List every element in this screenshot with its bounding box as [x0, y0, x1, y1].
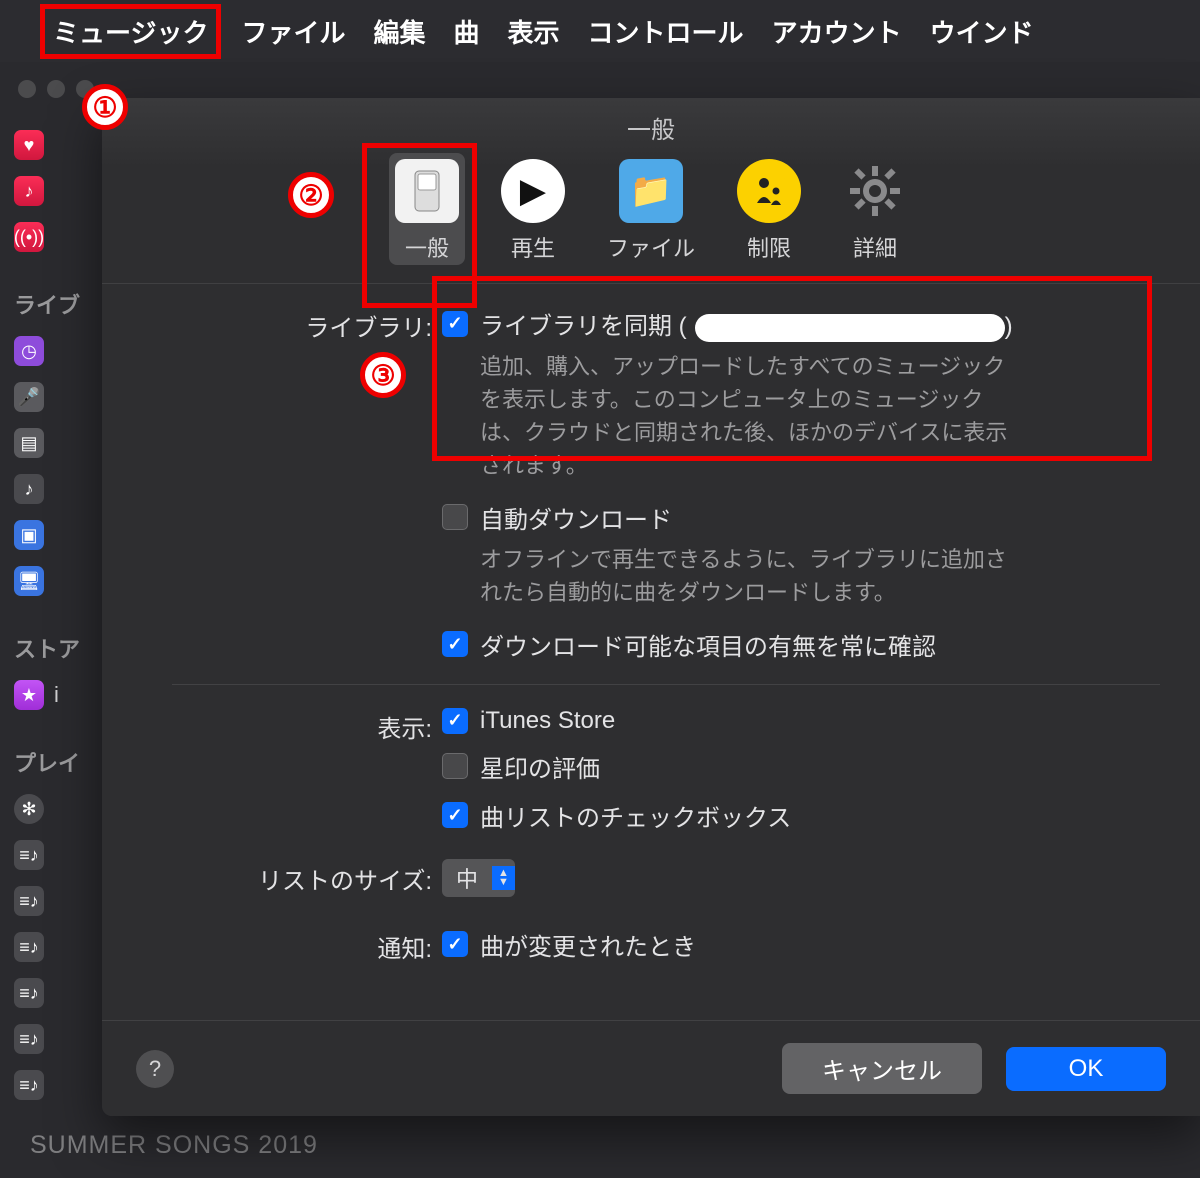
divider: [172, 684, 1160, 685]
star-icon: ★: [14, 680, 44, 710]
annotation-3: ③: [360, 352, 406, 398]
music-video-icon: ▣: [14, 520, 44, 550]
tab-label: 制限: [747, 231, 791, 263]
auto-download-checkbox[interactable]: [442, 504, 468, 530]
tab-general[interactable]: 一般: [389, 153, 465, 265]
star-rating-text: 星印の評価: [480, 749, 600, 784]
tab-files[interactable]: 📁 ファイル: [601, 153, 701, 265]
always-check-text: ダウンロード可能な項目の有無を常に確認: [480, 627, 936, 662]
tab-label: 詳細: [853, 231, 897, 263]
stepper-arrows-icon: ▲▼: [492, 866, 515, 890]
menu-controls[interactable]: コントロール: [588, 13, 744, 50]
list-checkboxes-text: 曲リストのチェックボックス: [480, 798, 791, 833]
preferences-panel: 一般 一般 ▶ 再生 📁 ファイル 制限 詳細: [102, 98, 1200, 1116]
playlist-icon: ≡♪: [14, 886, 44, 916]
window-controls: [18, 80, 94, 98]
menu-file[interactable]: ファイル: [241, 13, 345, 50]
annotation-1: ①: [82, 84, 128, 130]
menu-music[interactable]: ミュージック: [40, 4, 221, 59]
menu-window[interactable]: ウインド: [930, 13, 1034, 50]
notify-song-change-checkbox[interactable]: ✓: [442, 931, 468, 957]
apple-id-redacted: [695, 314, 1005, 342]
cancel-button[interactable]: キャンセル: [782, 1043, 982, 1094]
ok-button[interactable]: OK: [1006, 1047, 1166, 1091]
list-size-select[interactable]: 中 ▲▼: [442, 859, 515, 897]
playlist-icon: ≡♪: [14, 1070, 44, 1100]
menu-edit[interactable]: 編集: [374, 13, 426, 50]
sync-library-desc: 追加、購入、アップロードしたすべてのミュージックを表示します。このコンピュータ上…: [480, 350, 1010, 482]
star-rating-checkbox[interactable]: [442, 753, 468, 779]
minimize-window-button[interactable]: [47, 80, 65, 98]
list-size-label: リストのサイズ:: [132, 859, 442, 896]
tab-playback[interactable]: ▶ 再生: [495, 153, 571, 265]
auto-download-text: 自動ダウンロード: [480, 500, 672, 535]
list-size-value: 中: [442, 859, 492, 897]
music-note-icon: ♪: [14, 176, 44, 206]
notify-song-change-text: 曲が変更されたとき: [480, 927, 696, 962]
clock-icon: ◷: [14, 336, 44, 366]
tab-label: 再生: [511, 231, 555, 263]
playlist-icon: ≡♪: [14, 840, 44, 870]
gear-icon: [843, 159, 907, 223]
playlist-icon: ≡♪: [14, 978, 44, 1008]
radio-icon: ((•)): [14, 222, 44, 252]
playlist-icon: ≡♪: [14, 932, 44, 962]
itunes-store-checkbox[interactable]: ✓: [442, 708, 468, 734]
panel-footer: ? キャンセル OK: [102, 1020, 1200, 1116]
microphone-icon: 🎤: [14, 382, 44, 412]
annotation-2: ②: [288, 172, 334, 218]
show-label: 表示:: [132, 707, 442, 744]
tab-advanced[interactable]: 詳細: [837, 153, 913, 265]
menu-view[interactable]: 表示: [508, 13, 560, 50]
library-label: ライブラリ:: [132, 306, 442, 343]
help-button[interactable]: ?: [136, 1050, 174, 1088]
sync-library-checkbox[interactable]: ✓: [442, 311, 468, 337]
auto-download-desc: オフラインで再生できるように、ライブラリに追加されたら自動的に曲をダウンロードし…: [480, 543, 1010, 609]
tv-icon: 🖥: [14, 566, 44, 596]
tab-label: ファイル: [607, 231, 695, 263]
menu-song[interactable]: 曲: [454, 13, 480, 50]
list-checkboxes-checkbox[interactable]: ✓: [442, 802, 468, 828]
panel-title: 一般: [102, 98, 1200, 145]
notify-label: 通知:: [132, 927, 442, 964]
menu-account[interactable]: アカウント: [772, 13, 902, 50]
always-check-checkbox[interactable]: ✓: [442, 631, 468, 657]
system-menubar: ミュージック ファイル 編集 曲 表示 コントロール アカウント ウインド: [0, 0, 1200, 62]
sync-library-text: ライブラリを同期 (): [480, 306, 1013, 342]
albums-icon: ▤: [14, 428, 44, 458]
parental-icon: [737, 159, 801, 223]
note-icon: ♪: [14, 474, 44, 504]
tab-label: 一般: [405, 231, 449, 263]
heart-icon: ♥: [14, 130, 44, 160]
playlist-icon: ≡♪: [14, 1024, 44, 1054]
bottom-playlist-name: SUMMER SONGS 2019: [30, 1131, 318, 1160]
tab-restrictions[interactable]: 制限: [731, 153, 807, 265]
folder-icon: 📁: [619, 159, 683, 223]
panel-body: ライブラリ: ✓ ライブラリを同期 () 追加、購入、アップロードしたすべてのミ…: [102, 284, 1200, 966]
close-window-button[interactable]: [18, 80, 36, 98]
itunes-store-text: iTunes Store: [480, 707, 615, 735]
switch-icon: [395, 159, 459, 223]
smart-playlist-icon: ✻: [14, 794, 44, 824]
preferences-toolbar: 一般 ▶ 再生 📁 ファイル 制限 詳細: [102, 153, 1200, 284]
play-icon: ▶: [501, 159, 565, 223]
